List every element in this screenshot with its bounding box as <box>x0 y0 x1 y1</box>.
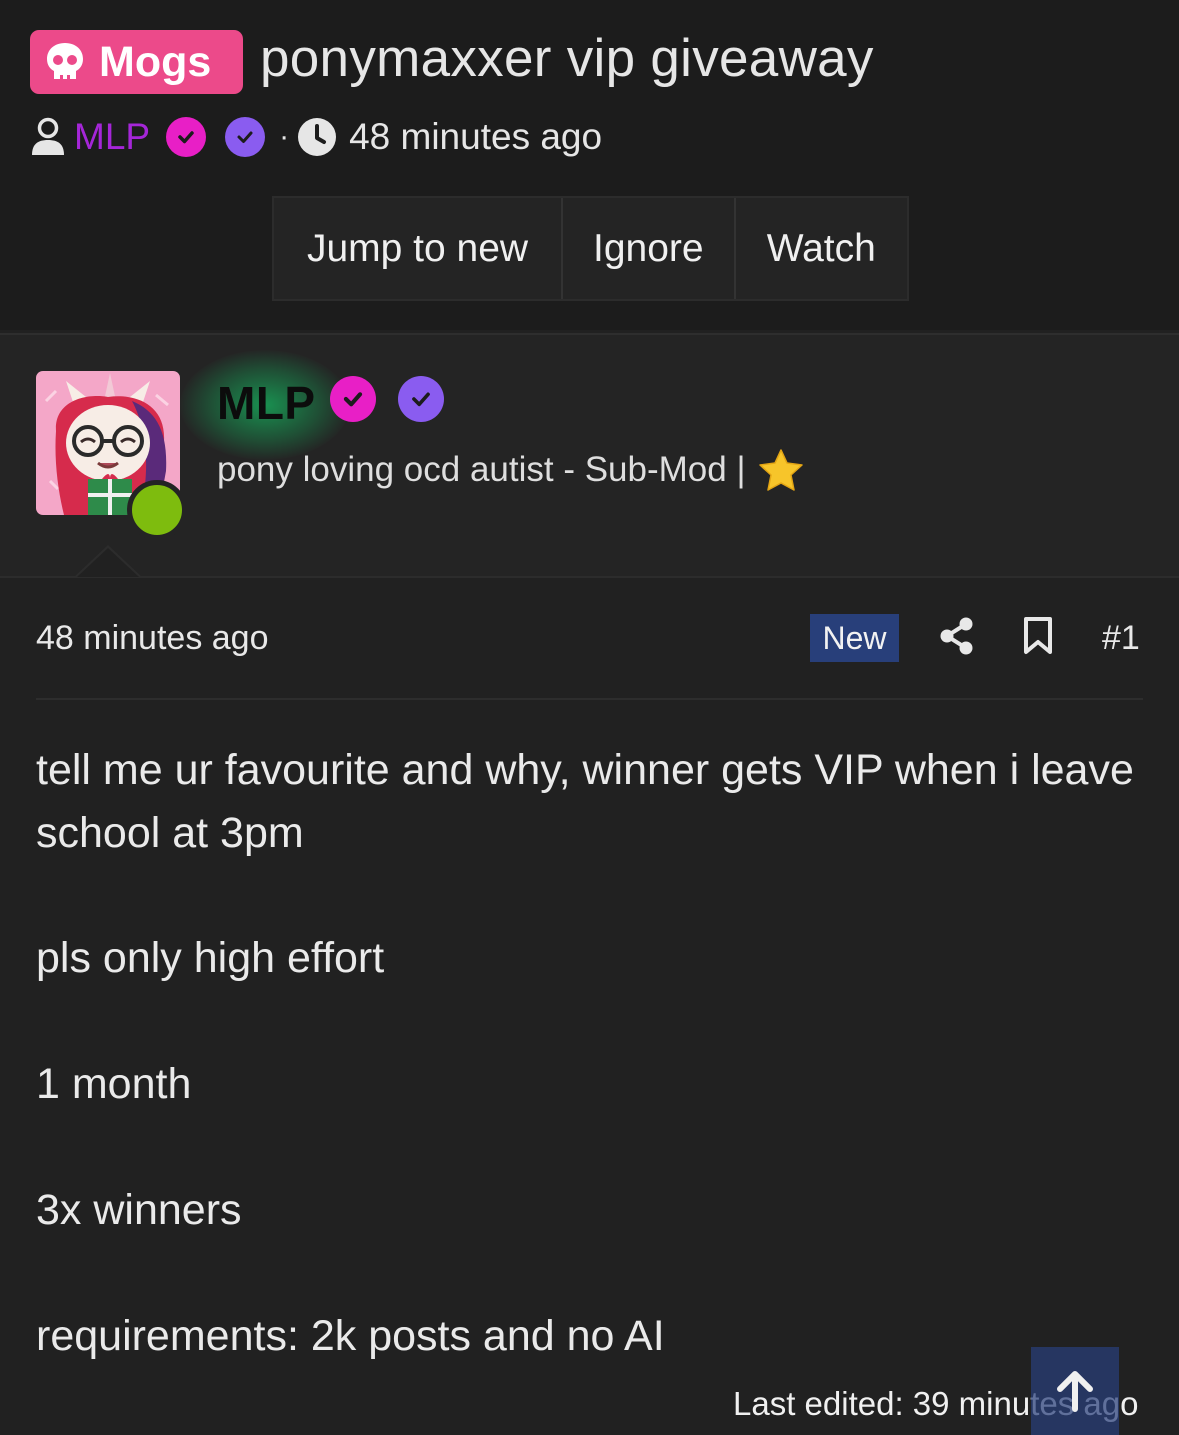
scroll-to-top-button[interactable] <box>1031 1347 1119 1435</box>
verified-badge-purple-icon <box>225 117 266 157</box>
thread-title: ponymaxxer vip giveaway <box>260 29 874 88</box>
post-header-separator <box>36 698 1143 700</box>
post-username[interactable]: MLP <box>217 376 316 430</box>
meta-separator: · <box>279 120 290 153</box>
thread-prefix-badge[interactable]: Mogs <box>30 30 243 94</box>
author-link[interactable]: MLP <box>74 116 150 158</box>
user-icon <box>32 117 64 155</box>
ignore-button[interactable]: Ignore <box>563 198 736 299</box>
post-time[interactable]: 48 minutes ago <box>36 619 269 658</box>
post-paragraph: pls only high effort <box>36 934 385 982</box>
userbar-arrow-inner <box>77 548 139 577</box>
jump-to-new-button[interactable]: Jump to new <box>274 198 564 299</box>
arrow-up-icon <box>1057 1371 1093 1412</box>
skull-icon <box>47 43 83 79</box>
verified-badge-purple-icon <box>398 376 444 422</box>
new-badge: New <box>810 614 899 662</box>
share-icon[interactable] <box>940 617 974 655</box>
post-paragraph: requirements: 2k posts and no AI <box>36 1312 665 1360</box>
bookmark-icon[interactable] <box>1023 617 1053 655</box>
userbar-divider <box>0 576 1179 578</box>
verified-badge-pink-icon <box>166 117 207 157</box>
thread-meta: MLP · 48 minutes ago <box>30 112 602 162</box>
star-icon <box>758 449 803 491</box>
post-paragraph: tell me ur favourite and why, winner get… <box>36 746 1134 857</box>
clock-icon <box>298 118 337 156</box>
thread-time: 48 minutes ago <box>349 116 603 157</box>
post-number-link[interactable]: #1 <box>1102 619 1140 658</box>
watch-button[interactable]: Watch <box>736 198 907 299</box>
online-status-indicator <box>127 480 187 540</box>
post-paragraph: 3x winners <box>36 1186 242 1234</box>
post-paragraph: 1 month <box>36 1060 192 1108</box>
prefix-label: Mogs <box>99 37 212 86</box>
verified-badge-pink-icon <box>330 376 376 422</box>
user-title: pony loving ocd autist - Sub-Mod | <box>217 448 804 492</box>
thread-actions: Jump to new Ignore Watch <box>272 196 909 301</box>
user-title-text: pony loving ocd autist - Sub-Mod | <box>217 450 746 489</box>
